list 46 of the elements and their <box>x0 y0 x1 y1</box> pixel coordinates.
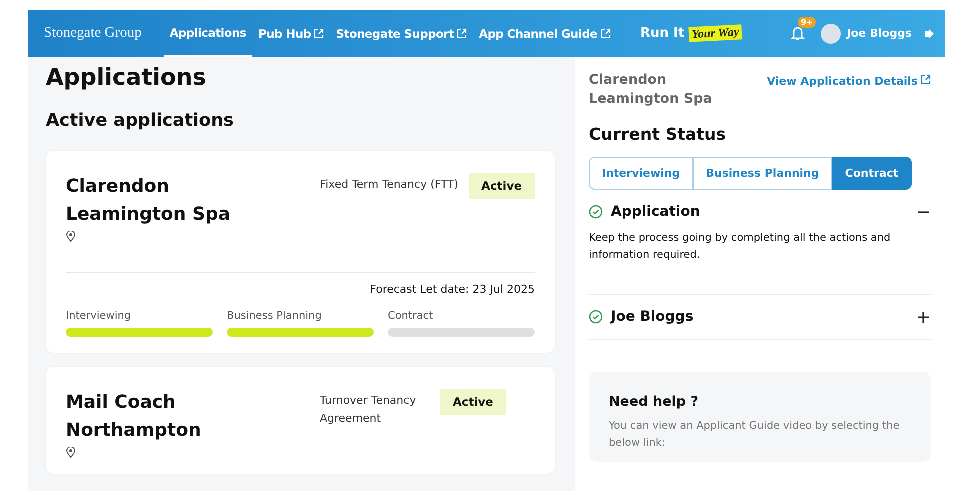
external-link-icon <box>921 75 931 85</box>
application-card[interactable]: Mail Coach Northampton Turnover Tenancy Agreement Active <box>46 367 555 474</box>
section-title: Active applications <box>46 111 235 131</box>
stage-label: Contract <box>388 310 434 322</box>
status-title: Current Status <box>589 125 728 144</box>
status-tag: Active <box>440 389 506 415</box>
nav-link[interactable]: App Channel Guide <box>473 10 617 57</box>
help-text: You can view an Applicant Guide video by selecting the below link: <box>609 419 901 451</box>
status-tab[interactable]: Contract <box>832 157 912 190</box>
help-title: Need help ? <box>609 394 700 410</box>
logout-icon[interactable] <box>924 28 935 38</box>
view-details-link[interactable]: View Application Details <box>767 71 931 89</box>
section-title[interactable]: Joe Bloggs <box>611 309 908 325</box>
plus-icon <box>918 312 929 322</box>
slogan-text: Run It <box>640 26 685 41</box>
avatar-icon[interactable] <box>821 24 842 44</box>
location-pin-icon <box>66 447 76 458</box>
brand-logo[interactable]: Stonegate Group <box>44 25 142 42</box>
status-tab[interactable]: Business Planning <box>693 157 832 190</box>
check-circle-icon <box>589 310 603 324</box>
nav-link[interactable]: Pub Hub <box>252 10 330 57</box>
stage-label: Interviewing <box>66 310 132 322</box>
user-name[interactable]: Joe Bloggs <box>847 27 912 40</box>
tenancy-type: Turnover Tenancy Agreement <box>320 393 418 427</box>
forecast-date: Forecast Let date: 23 Jul 2025 <box>369 283 535 296</box>
notification-badge: 9+ <box>798 17 816 28</box>
expand-button[interactable] <box>916 310 931 324</box>
external-link-icon <box>314 28 324 38</box>
stage-label: Business Planning <box>227 310 322 322</box>
selected-pub-name: Clarendon Leamington Spa <box>589 71 714 109</box>
application-card[interactable]: Clarendon Leamington Spa Fixed Term Tenancy (FTT) Active Forecast Let date: 23 Jul 2025 Interviewing Business Planning Contract <box>46 151 555 353</box>
status-tag: Active <box>468 173 535 199</box>
check-circle-icon <box>589 205 603 219</box>
external-link-icon <box>457 28 468 38</box>
section-title[interactable]: Application <box>611 204 908 220</box>
pub-name: Mail Coach Northampton <box>66 391 202 443</box>
page-title: Applications <box>46 65 208 91</box>
pub-name: Clarendon Leamington Spa <box>66 175 232 227</box>
tenancy-type: Fixed Term Tenancy (FTT) <box>319 177 459 193</box>
nav-link[interactable]: Stonegate Support <box>330 10 474 57</box>
bell-icon[interactable] <box>791 26 806 41</box>
external-link-icon <box>600 28 611 38</box>
location-pin-icon <box>66 231 76 242</box>
section-description: Keep the process going by completing all the actions and information required. <box>589 231 892 263</box>
slogan-highlight: Your Way <box>688 24 742 42</box>
status-tab[interactable]: Interviewing <box>589 157 694 190</box>
